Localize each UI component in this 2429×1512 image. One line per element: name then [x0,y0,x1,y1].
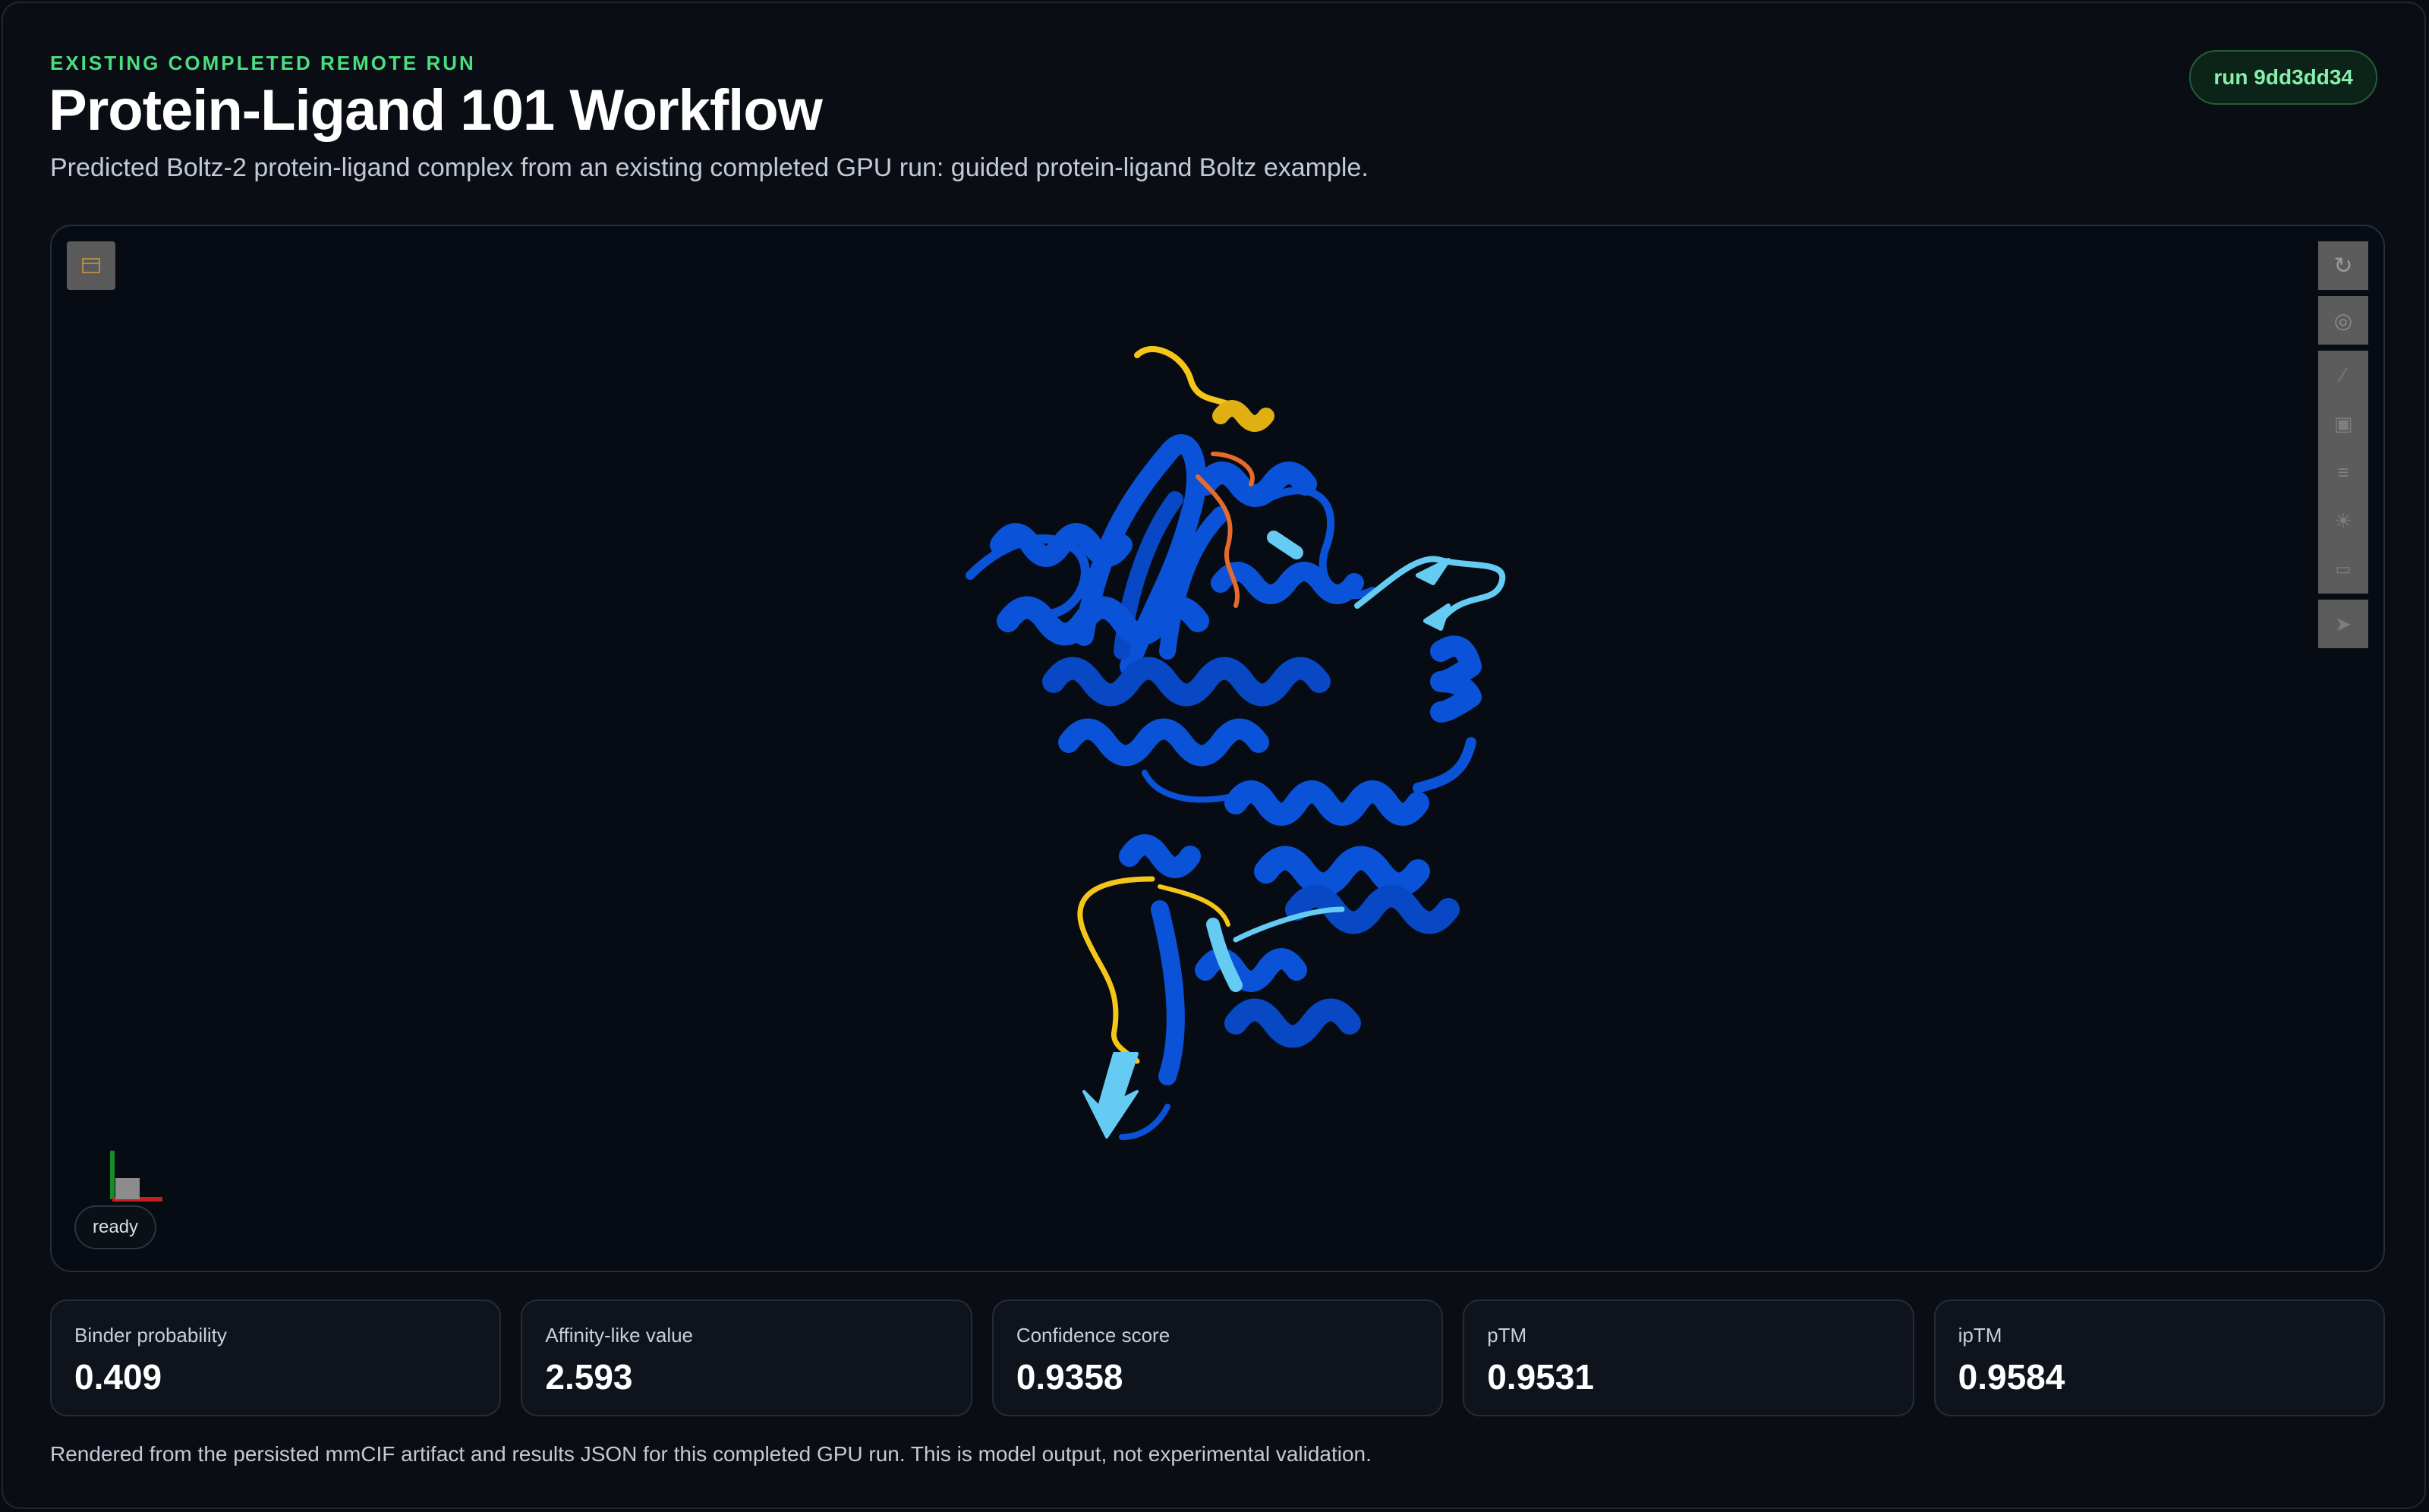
screenshot-button[interactable]: ▣ [2318,399,2368,448]
metric-card-ptm: pTM 0.9531 [1463,1299,1914,1416]
ribbon-strand-high-confidence [1082,1052,1139,1139]
metric-value: 0.9584 [1958,1357,2065,1397]
protein-structure-render[interactable] [52,226,2383,1271]
metric-value: 0.9531 [1487,1357,1594,1397]
molecule-viewer[interactable]: ↻ ◎ ∕ ▣ ≡ ☀ ▭ ➤ ready [50,225,2385,1272]
viewer-toolbar: ↻ ◎ ∕ ▣ ≡ ☀ ▭ ➤ [2318,241,2368,648]
ribbon-strand [1151,900,1185,1085]
sequence-panel-button[interactable] [67,241,115,290]
app-window: EXISTING COMPLETED REMOTE RUN Protein-Li… [2,2,2426,1509]
spin-icon: ◎ [2333,308,2353,332]
ribbon-helix [1254,846,1430,897]
ribbon-helix [1058,718,1269,767]
viewer-status-badge: ready [74,1205,157,1249]
run-id-badge: run 9dd3dd34 [2189,50,2377,105]
reset-view-button[interactable]: ↻ [2318,241,2368,290]
ribbon-loop [1413,737,1476,793]
ribbon-strand-high-confidence [1423,603,1451,631]
selection-mode-button[interactable]: ▭ [2318,545,2368,594]
run-type-eyebrow: EXISTING COMPLETED REMOTE RUN [50,52,476,74]
pointer-mode-button[interactable]: ➤ [2318,600,2368,648]
screenshot-icon: ▣ [2333,411,2353,435]
reset-icon: ↻ [2333,253,2353,279]
metric-label: Binder probability [74,1324,227,1347]
page-title: Protein-Ligand 101 Workflow [49,78,823,143]
metric-label: pTM [1487,1324,1527,1347]
settings-button[interactable]: ≡ [2318,448,2368,496]
ribbon-helix [1119,834,1201,878]
metric-value: 2.593 [545,1357,633,1397]
metric-value: 0.409 [74,1357,162,1397]
provenance-footnote: Rendered from the persisted mmCIF artifa… [50,1442,1372,1466]
spin-toggle-button[interactable]: ◎ [2318,296,2368,345]
measure-tool-button[interactable]: ∕ [2318,351,2368,399]
ribbon-strand-high-confidence [1267,531,1303,559]
metric-card-confidence: Confidence score 0.9358 [991,1299,1444,1416]
pointer-icon: ➤ [2335,612,2352,635]
metric-card-affinity: Affinity-like value 2.593 [521,1299,972,1416]
ribbon-helix [1224,998,1361,1048]
metric-label: Affinity-like value [545,1324,694,1347]
panel-icon [82,258,100,273]
ribbon-helix [1224,780,1429,826]
ribbon-helix [1042,657,1331,707]
metric-card-binder-probability: Binder probability 0.409 [50,1299,502,1416]
metric-label: Confidence score [1016,1324,1170,1347]
page-subtitle: Predicted Boltz-2 protein-ligand complex… [50,153,1369,182]
orientation-axes-icon [110,1151,162,1202]
settings-icon: ≡ [2337,460,2349,484]
metric-value: 0.9358 [1016,1357,1123,1397]
ribbon-helix [1430,635,1482,723]
measure-icon: ∕ [2341,363,2346,386]
metric-card-iptm: ipTM 0.9584 [1933,1299,2386,1416]
ribbon-loop [1119,1104,1170,1140]
metrics-row: Binder probability 0.409 Affinity-like v… [50,1299,2386,1416]
selection-icon: ▭ [2335,559,2352,578]
metric-label: ipTM [1958,1324,2002,1347]
ribbon-helix-low-confidence [1212,400,1274,432]
ribbon-loop [1142,770,1239,803]
lighting-icon: ☀ [2334,509,2352,532]
lighting-button[interactable]: ☀ [2318,496,2368,545]
ribbon-loop-low-confidence [1077,876,1155,1064]
